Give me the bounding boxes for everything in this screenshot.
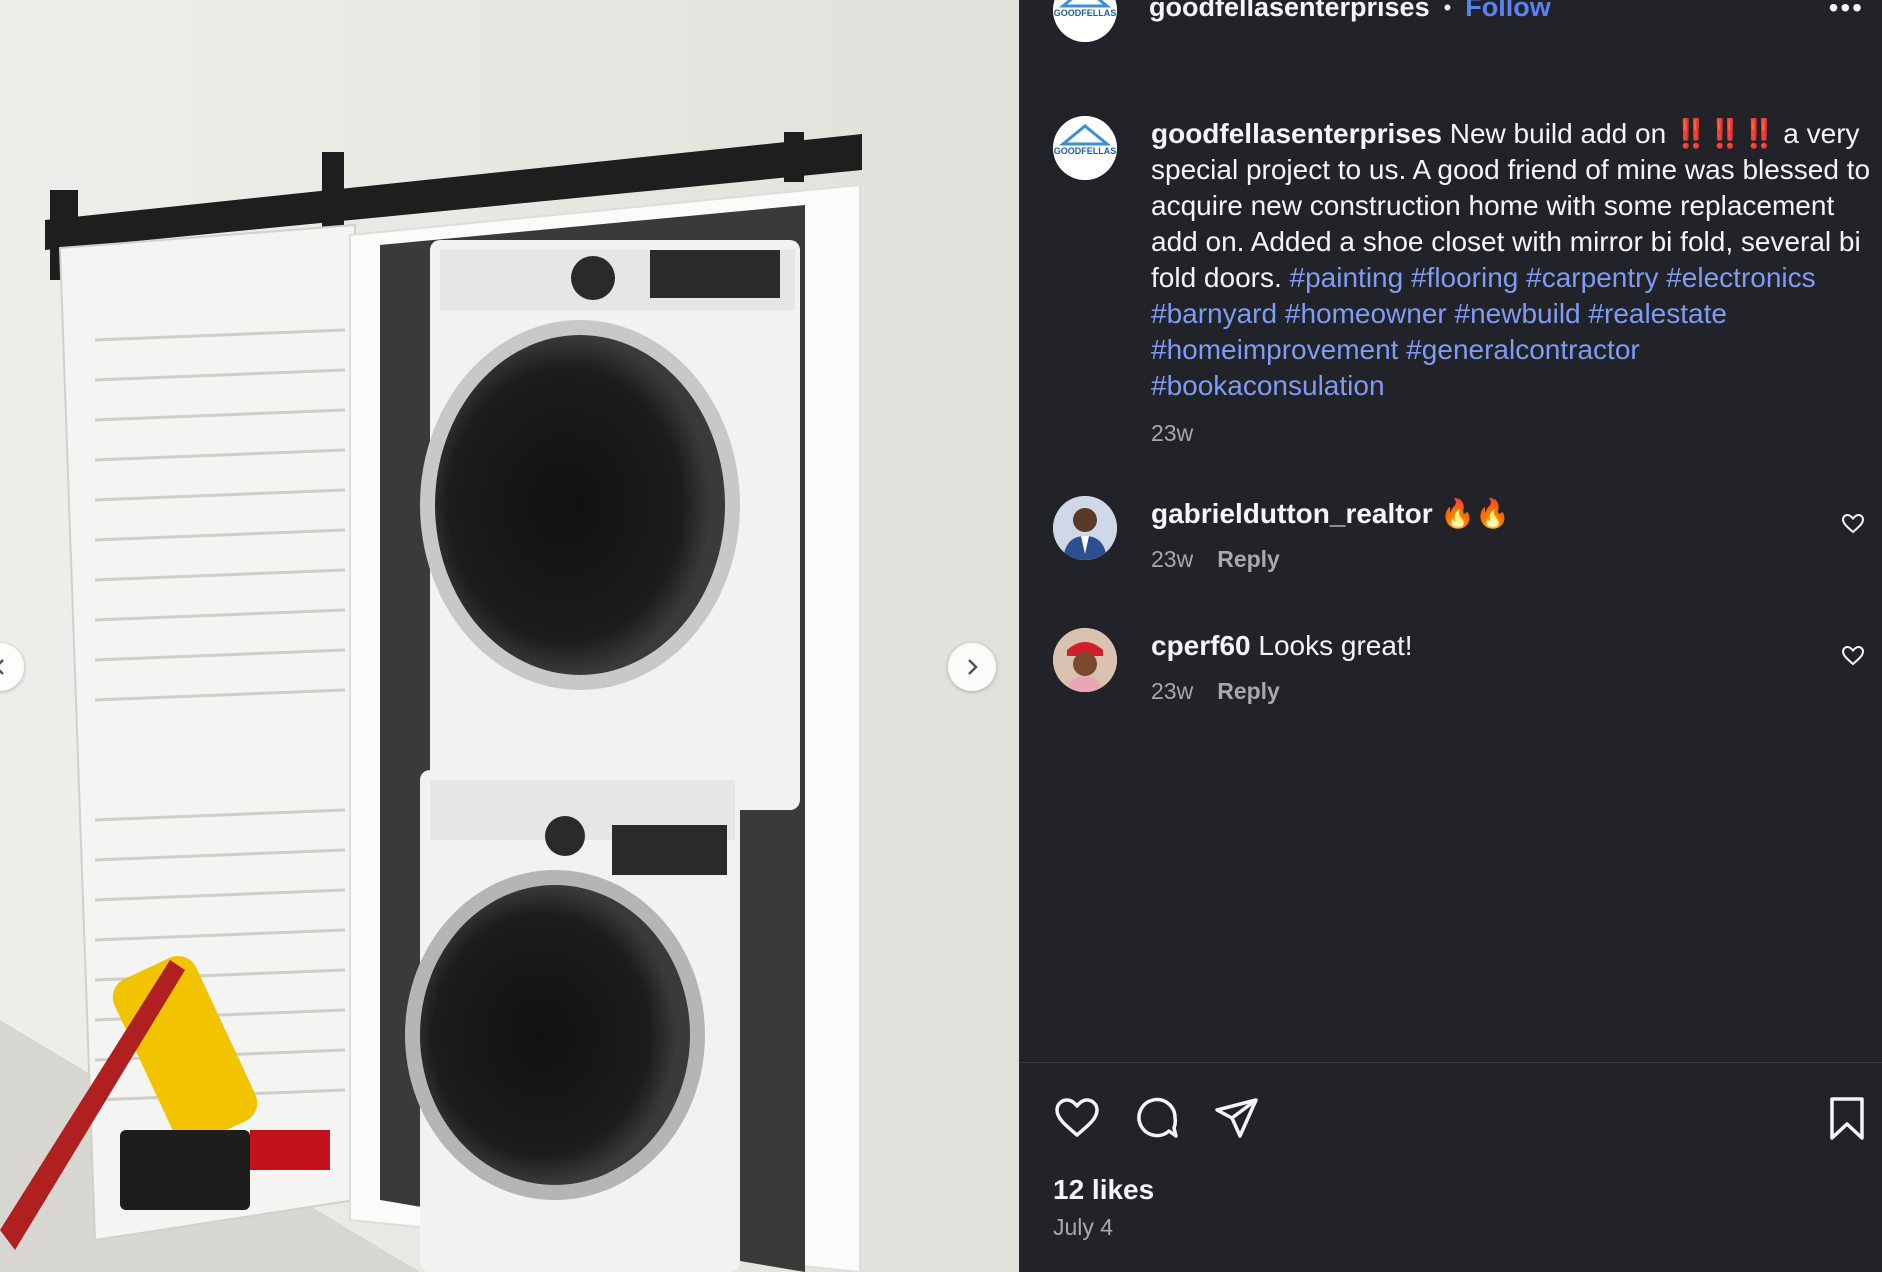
header-separator: • <box>1443 0 1452 20</box>
comment-item: gabrieldutton_realtor 🔥🔥 23w Reply <box>1053 496 1873 573</box>
bookmark-icon[interactable] <box>1823 1094 1871 1142</box>
comment-timestamp[interactable]: 23w <box>1151 678 1193 705</box>
caption-timestamp[interactable]: 23w <box>1151 420 1871 447</box>
svg-text:GOODFELLAS: GOODFELLAS <box>1054 8 1117 18</box>
comment-item: cperf60 Looks great! 23w Reply <box>1053 628 1873 705</box>
hashtag-link[interactable]: #realestate <box>1588 298 1727 329</box>
post-header: GOODFELLAS goodfellasenterprises • Follo… <box>1019 0 1882 42</box>
commenter-username[interactable]: gabrieldutton_realtor <box>1151 498 1433 529</box>
heart-icon[interactable] <box>1053 1094 1101 1142</box>
hashtag-link[interactable]: #generalcontractor <box>1406 334 1639 365</box>
header-user-row: goodfellasenterprises • Follow <box>1149 0 1551 23</box>
heart-icon[interactable] <box>1841 512 1865 536</box>
reply-button[interactable]: Reply <box>1217 678 1280 705</box>
post-side-panel: GOODFELLAS goodfellasenterprises • Follo… <box>1019 0 1882 1272</box>
hashtag-link[interactable]: #electronics <box>1666 262 1815 293</box>
goodfellas-logo: GOODFELLAS <box>1053 0 1117 42</box>
follow-button[interactable]: Follow <box>1465 0 1550 23</box>
caption-text-before: New build add on <box>1449 118 1667 149</box>
comment-line: gabrieldutton_realtor 🔥🔥 <box>1151 496 1791 532</box>
commenter-username[interactable]: cperf60 <box>1151 630 1251 661</box>
comment-meta: 23w Reply <box>1151 678 1791 705</box>
hashtag-link[interactable]: #carpentry <box>1526 262 1658 293</box>
avatar-photo <box>1053 628 1117 692</box>
hashtag-link[interactable]: #barnyard <box>1151 298 1277 329</box>
hashtag-link[interactable]: #homeowner <box>1285 298 1447 329</box>
post-caption: GOODFELLAS goodfellasenterprises New bui… <box>1053 116 1873 447</box>
caption-username[interactable]: goodfellasenterprises <box>1151 118 1442 149</box>
comment-body: gabrieldutton_realtor 🔥🔥 23w Reply <box>1151 496 1791 573</box>
instagram-post-view: GOODFELLAS goodfellasenterprises • Follo… <box>0 0 1882 1272</box>
actions-divider <box>1019 1062 1882 1063</box>
next-photo-button[interactable] <box>948 643 996 691</box>
hashtag-link[interactable]: #bookaconsulation <box>1151 370 1385 401</box>
share-icon[interactable] <box>1213 1094 1261 1142</box>
comment-icon[interactable] <box>1133 1094 1181 1142</box>
hashtag-link[interactable]: #flooring <box>1411 262 1518 293</box>
post-photo <box>0 0 1019 1272</box>
post-action-bar <box>1053 1094 1865 1144</box>
likes-count[interactable]: 12 likes <box>1053 1174 1154 1206</box>
comment-text: 🔥🔥 <box>1440 498 1511 529</box>
hashtag-link[interactable]: #painting <box>1290 262 1404 293</box>
comment-timestamp[interactable]: 23w <box>1151 546 1193 573</box>
author-username[interactable]: goodfellasenterprises <box>1149 0 1430 23</box>
comment-text: Looks great! <box>1258 630 1413 661</box>
author-avatar[interactable]: GOODFELLAS <box>1053 0 1117 42</box>
heart-icon[interactable] <box>1841 644 1865 668</box>
chevron-left-icon <box>0 659 4 675</box>
comment-meta: 23w Reply <box>1151 546 1791 573</box>
comment-line: cperf60 Looks great! <box>1151 628 1791 664</box>
goodfellas-logo: GOODFELLAS <box>1053 116 1117 180</box>
caption-exclamations: ‼️‼️‼️ <box>1673 118 1777 149</box>
svg-text:GOODFELLAS: GOODFELLAS <box>1054 146 1117 156</box>
avatar-photo <box>1053 496 1117 560</box>
hashtag-link[interactable]: #homeimprovement <box>1151 334 1398 365</box>
commenter-avatar[interactable] <box>1053 496 1117 560</box>
reply-button[interactable]: Reply <box>1217 546 1280 573</box>
chevron-right-icon <box>968 659 978 675</box>
commenter-avatar[interactable] <box>1053 628 1117 692</box>
post-media[interactable] <box>0 0 1019 1272</box>
hashtag-link[interactable]: #newbuild <box>1455 298 1581 329</box>
caption-author-avatar[interactable]: GOODFELLAS <box>1053 116 1117 180</box>
post-date[interactable]: July 4 <box>1053 1214 1113 1241</box>
caption-text: goodfellasenterprises New build add on ‼… <box>1151 116 1871 404</box>
comment-body: cperf60 Looks great! 23w Reply <box>1151 628 1791 705</box>
more-options-icon[interactable]: ••• <box>1829 0 1864 24</box>
